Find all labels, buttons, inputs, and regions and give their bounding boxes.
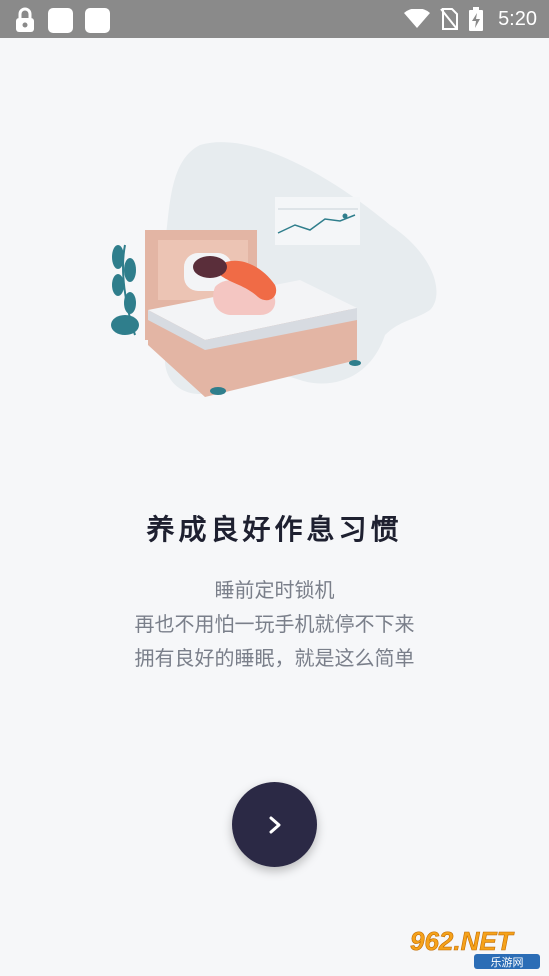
onboarding-title: 养成良好作息习惯 [146,513,403,546]
next-button[interactable] [232,782,317,867]
no-sim-icon [440,8,459,30]
notification-square-icon [85,7,110,33]
battery-charging-icon [469,7,484,31]
lock-icon [16,7,34,32]
plant-icon [111,244,139,336]
clock: 5:20 [498,7,537,30]
watermark-logo: 962.NET 乐游网 [410,926,540,969]
watermark-brand: 962.NET [410,926,515,956]
status-bar: 5:20 [0,0,549,38]
sleeping-illustration [111,142,437,397]
description-line: 再也不用怕一玩手机就停不下来 [134,612,415,636]
notification-square-icon [48,7,73,33]
chevron-right-icon [269,816,280,833]
description-line: 睡前定时锁机 [214,578,335,602]
onboarding-description: 睡前定时锁机 再也不用怕一玩手机就停不下来 拥有良好的睡眠，就是这么简单 [0,573,549,675]
description-line: 拥有良好的睡眠，就是这么简单 [134,646,415,670]
wifi-icon [404,9,431,28]
watermark-sub: 乐游网 [491,956,524,969]
